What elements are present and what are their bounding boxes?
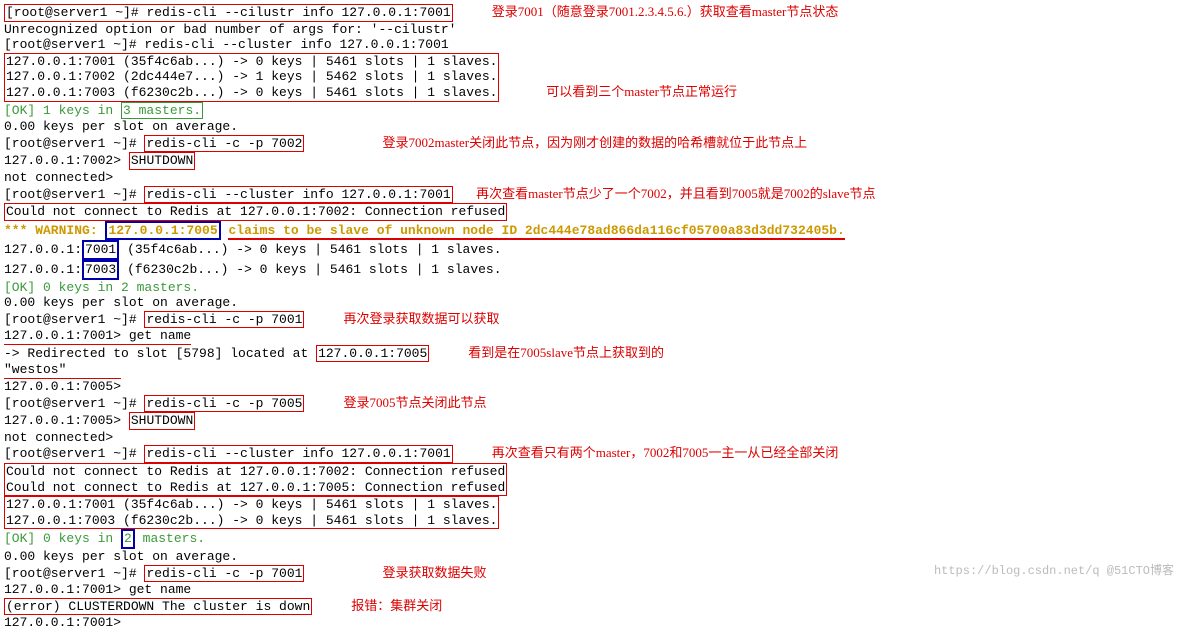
- annotation: 登录7001（随意登录7001.2.3.4.5.6.）获取查看master节点状…: [492, 4, 839, 19]
- masters-block: 127.0.0.1:7001 (35f4c6ab...) -> 0 keys |…: [4, 496, 499, 529]
- prompt: 127.0.0.1:7005>: [4, 413, 121, 428]
- redirect-target: 127.0.0.1:7005: [316, 345, 429, 363]
- output: -> Redirected to slot [5798] located at: [4, 346, 308, 361]
- annotation: 再次查看master节点少了一个7002，并且看到7005就是7002的slav…: [476, 186, 875, 201]
- error-line: (error) CLUSTERDOWN The cluster is down: [4, 598, 312, 616]
- output: 0.00 keys per slot on average.: [4, 119, 1180, 135]
- watermark: https://blog.csdn.net/q @51CTO博客: [934, 564, 1174, 578]
- output: "westos": [4, 362, 1180, 378]
- ok-line: [OK] 1 keys in: [4, 103, 113, 118]
- annotation: 看到是在7005slave节点上获取到的: [468, 345, 664, 360]
- annotation: 登录7005节点关闭此节点: [343, 395, 486, 410]
- output: 127.0.0.1:7001> get name: [4, 328, 191, 345]
- output: 0.00 keys per slot on average.: [4, 295, 1180, 311]
- masters-count: 3 masters.: [121, 102, 203, 120]
- annotation: 可以看到三个master节点正常运行: [546, 84, 737, 99]
- cmd: redis-cli --cluster info 127.0.0.1:7001: [144, 186, 452, 204]
- output: 0.00 keys per slot on average.: [4, 549, 1180, 565]
- cmd: redis-cli -c -p 7001: [144, 311, 304, 329]
- cmd: redis-cli -c -p 7001: [144, 565, 304, 583]
- prompt: [root@server1 ~]#: [6, 5, 139, 20]
- cmd: redis-cli -c -p 7005: [144, 395, 304, 413]
- output: [root@server1 ~]# redis-cli --cluster in…: [4, 37, 1180, 53]
- prompt: 127.0.0.1:7005>: [4, 378, 121, 395]
- output: not connected>: [4, 430, 1180, 446]
- node-line: 127.0.0.1:7003 (f6230c2b...) -> 0 keys |…: [4, 262, 502, 277]
- node-line: 127.0.0.1:7001 (35f4c6ab...) -> 0 keys |…: [4, 242, 502, 257]
- prompt: [root@server1 ~]#: [4, 446, 137, 461]
- prompt: [root@server1 ~]#: [4, 136, 137, 151]
- output: 127.0.0.1:7001> get name: [4, 582, 1180, 598]
- warning: *** WARNING: 127.0.0.1:7005 claims to be…: [4, 223, 845, 238]
- annotation: 登录获取数据失败: [382, 565, 486, 580]
- annotation: 报错：集群关闭: [351, 598, 442, 613]
- prompt: 127.0.0.1:7002>: [4, 153, 121, 168]
- prompt: [root@server1 ~]#: [4, 396, 137, 411]
- refused-block: Could not connect to Redis at 127.0.0.1:…: [4, 463, 507, 496]
- prompt: 127.0.0.1:7001>: [4, 615, 1180, 631]
- ok-line: [OK] 0 keys in: [4, 531, 113, 546]
- shutdown-cmd: SHUTDOWN: [129, 152, 195, 170]
- prompt: [root@server1 ~]#: [4, 312, 137, 327]
- cmd: redis-cli -c -p 7002: [144, 135, 304, 153]
- prompt: [root@server1 ~]#: [4, 566, 137, 581]
- cmd: redis-cli --cilustr info 127.0.0.1:7001: [146, 5, 450, 20]
- annotation: 再次登录获取数据可以获取: [343, 311, 499, 326]
- annotation: 登录7002master关闭此节点，因为刚才创建的数据的哈希槽就位于此节点上: [382, 135, 807, 150]
- masters-count: 2: [121, 529, 135, 549]
- cmd: redis-cli --cluster info 127.0.0.1:7001: [144, 445, 452, 463]
- output: Could not connect to Redis at 127.0.0.1:…: [4, 203, 507, 221]
- masters-block: 127.0.0.1:7001 (35f4c6ab...) -> 0 keys |…: [6, 54, 497, 100]
- shutdown-cmd: SHUTDOWN: [129, 412, 195, 430]
- prompt: [root@server1 ~]#: [4, 187, 137, 202]
- annotation: 再次查看只有两个master，7002和7005一主一从已经全部关闭: [492, 445, 839, 460]
- output: not connected>: [4, 170, 1180, 186]
- output: Unrecognized option or bad number of arg…: [4, 22, 1180, 38]
- ok-line: [OK] 0 keys in 2 masters.: [4, 280, 1180, 296]
